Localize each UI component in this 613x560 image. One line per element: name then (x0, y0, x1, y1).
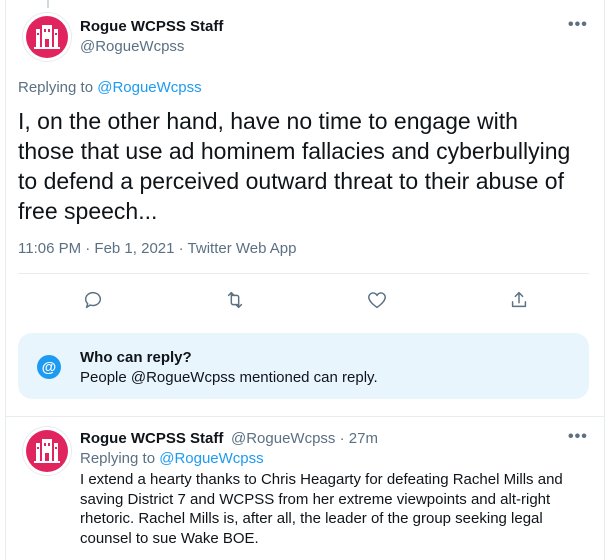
share-icon (511, 291, 527, 308)
reply-icon (84, 291, 101, 309)
reply-author-handle-time[interactable]: @RogueWcpss · 27m (231, 430, 378, 447)
divider (18, 273, 589, 274)
replying-to-line: Replying to @RogueWcpss (18, 79, 202, 96)
at-icon: @ (37, 355, 61, 379)
reply-button[interactable] (79, 286, 107, 314)
replying-to-link[interactable]: @RogueWcpss (97, 79, 201, 96)
building-logo-icon (26, 430, 68, 472)
author-name[interactable]: Rogue WCPSS Staff (80, 18, 223, 35)
thread-connector-line (47, 0, 49, 8)
reply-tweet-text: I extend a hearty thanks to Chris Heagar… (80, 471, 563, 547)
tweet-text: I, on the other hand, have no time to en… (18, 108, 571, 224)
author-handle[interactable]: @RogueWcpss (80, 38, 184, 55)
avatar[interactable] (22, 426, 72, 476)
retweet-button[interactable] (221, 286, 249, 314)
reply-author-name[interactable]: Rogue WCPSS Staff (80, 430, 223, 447)
who-can-reply-box: @ Who can reply? People @RogueWcpss ment… (18, 333, 589, 399)
who-can-reply-subtitle: People @RogueWcpss mentioned can reply. (80, 369, 378, 386)
who-can-reply-title: Who can reply? (80, 349, 192, 366)
share-button[interactable] (505, 286, 533, 314)
tweet-timestamp[interactable]: 11:06 PM · Feb 1, 2021 · Twitter Web App (18, 240, 296, 257)
divider (6, 416, 604, 417)
more-options-icon[interactable]: ••• (568, 428, 588, 446)
retweet-icon (227, 291, 243, 309)
reply-replying-to-line: Replying to @RogueWcpss (80, 450, 264, 467)
replying-to-label: Replying to (80, 450, 156, 467)
like-button[interactable] (363, 286, 391, 314)
building-logo-icon (26, 16, 68, 58)
more-options-icon[interactable]: ••• (568, 16, 588, 34)
replying-to-label: Replying to (18, 79, 94, 96)
avatar[interactable] (22, 12, 72, 62)
replying-to-link[interactable]: @RogueWcpss (159, 450, 263, 467)
like-icon (368, 292, 386, 309)
